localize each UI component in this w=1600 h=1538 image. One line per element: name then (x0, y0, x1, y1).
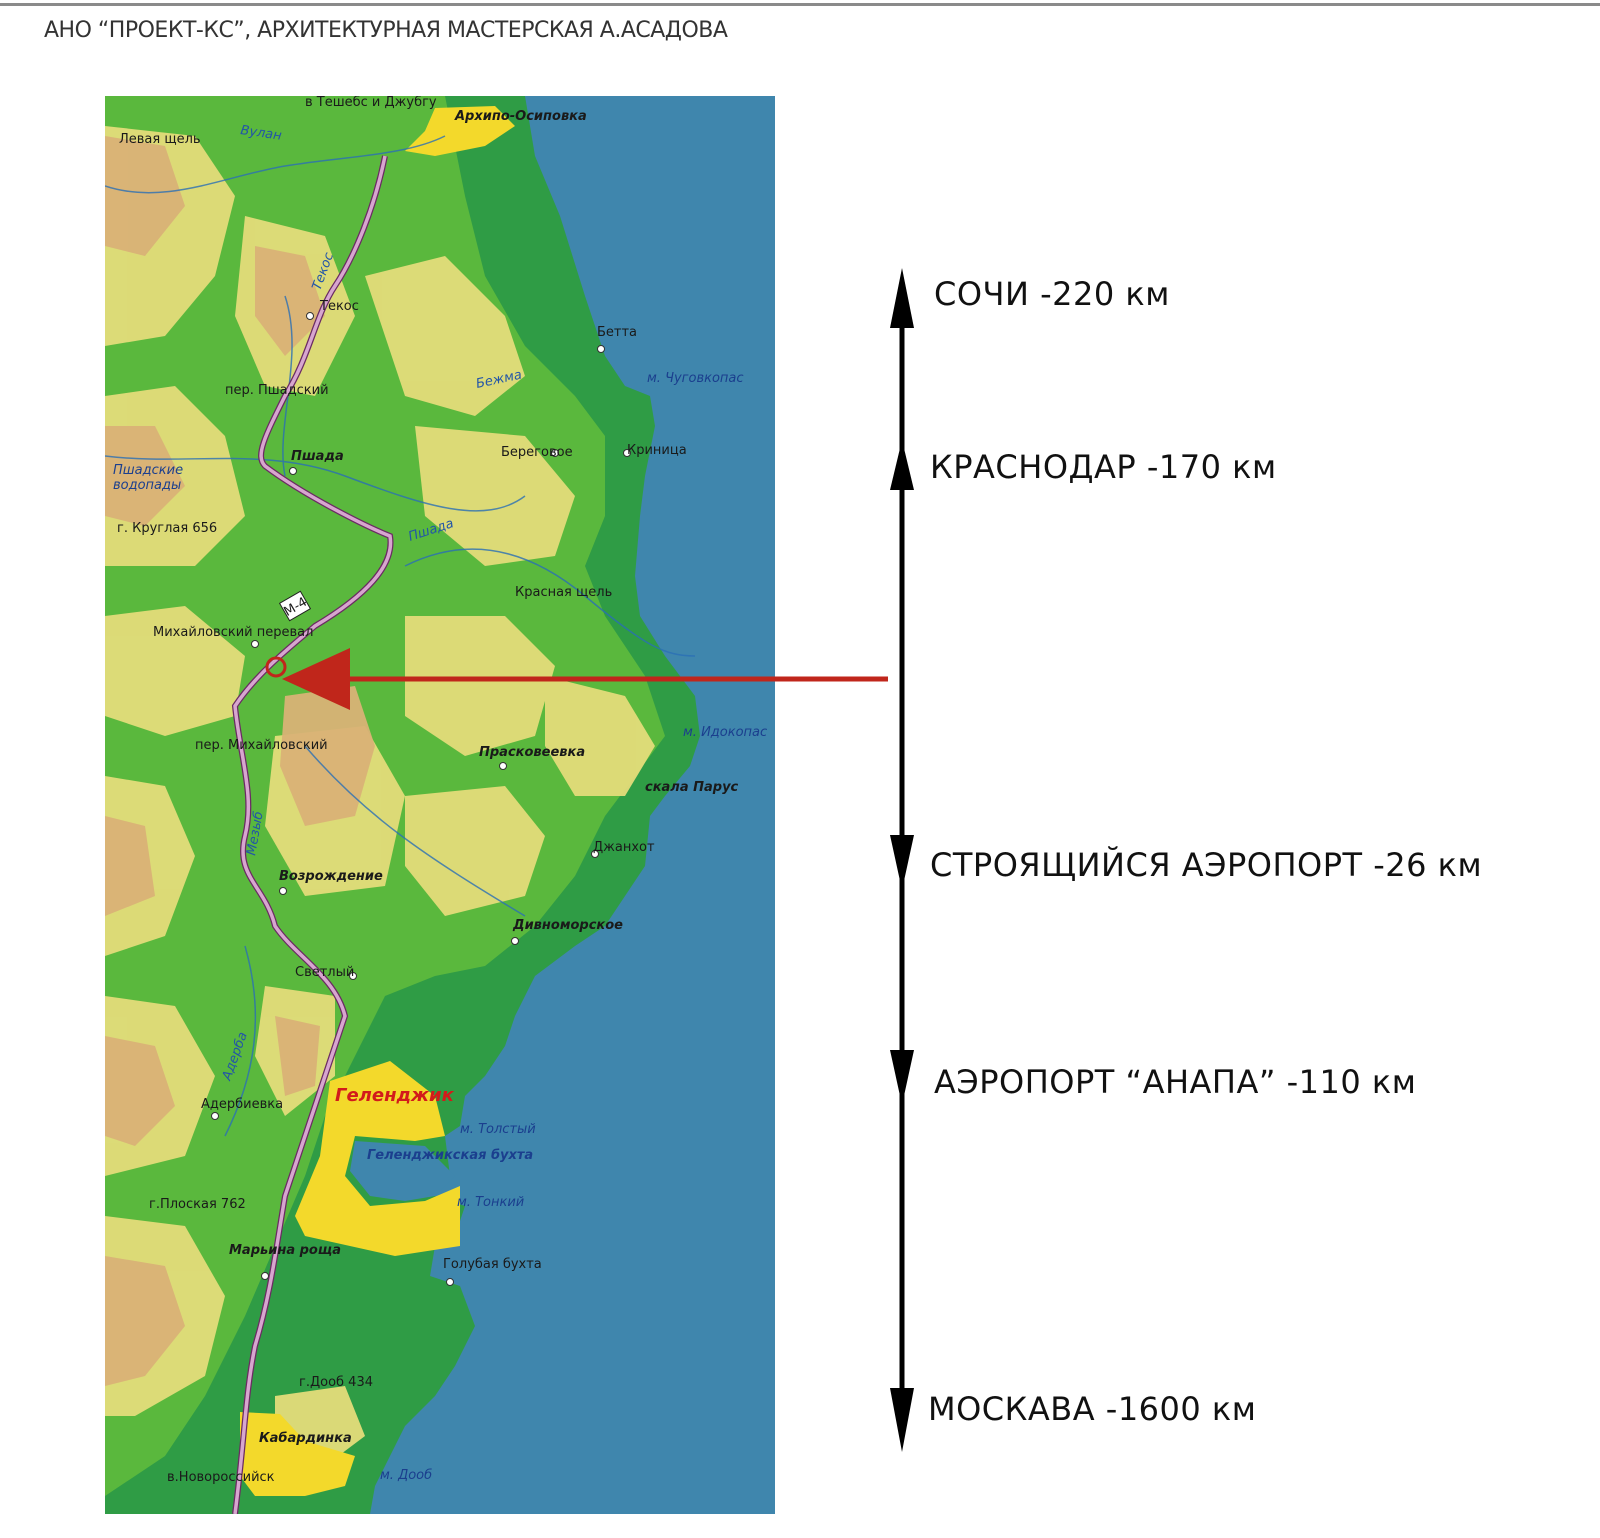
destination-krasnodar: КРАСНОДАР -170 км (930, 448, 1277, 486)
arrow-down-airport-new (890, 835, 914, 890)
distance-scale (890, 268, 914, 1452)
destination-new-airport: СТРОЯЩИЙСЯ АЭРОПОРТ -26 км (930, 846, 1483, 884)
destination-moscow: МОСКАВА -1600 км (928, 1390, 1257, 1428)
destination-sochi: СОЧИ -220 км (934, 275, 1170, 313)
arrow-down-anapa (890, 1050, 914, 1105)
arrow-up-krasnodar (890, 440, 914, 490)
arrow-up-sochi (890, 268, 914, 328)
arrow-down-moscow (890, 1388, 914, 1452)
destination-anapa-airport: АЭРОПОРТ “АНАПА” -110 км (934, 1063, 1417, 1101)
